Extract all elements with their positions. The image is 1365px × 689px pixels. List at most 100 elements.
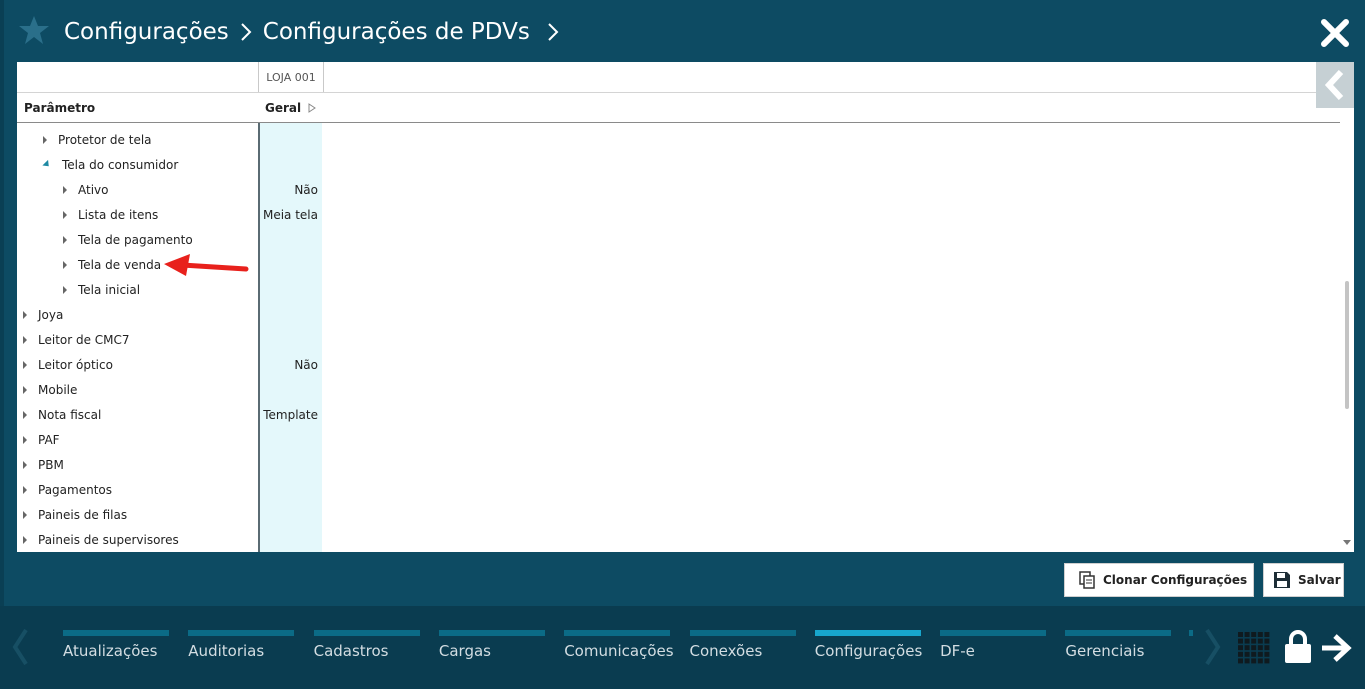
floppy-disk-icon — [1274, 572, 1290, 588]
nav-tab-indicator — [1189, 630, 1193, 636]
expand-arrow-icon[interactable] — [63, 260, 67, 269]
tree-row[interactable]: Leitor óptico — [23, 352, 113, 377]
expand-arrow-icon[interactable] — [23, 385, 27, 394]
expand-arrow-icon[interactable] — [23, 460, 27, 469]
lock-icon[interactable] — [1284, 630, 1312, 664]
tree-row[interactable]: Joya — [23, 302, 63, 327]
nav-tab-label: DF-e — [940, 642, 975, 660]
scrollbar-thumb[interactable] — [1345, 281, 1349, 409]
tree-row-label: Tela inicial — [78, 282, 141, 297]
tree-row[interactable]: Paineis de filas — [23, 502, 127, 527]
general-column-label: Geral — [265, 101, 302, 115]
tree-row[interactable]: Protetor de tela — [43, 127, 152, 152]
chevron-right-icon — [241, 23, 252, 41]
expand-arrow-icon[interactable] — [23, 335, 27, 344]
copy-icon — [1079, 571, 1095, 589]
expand-arrow-icon[interactable] — [63, 185, 67, 194]
expand-arrow-icon[interactable] — [43, 135, 47, 144]
tree-row-label: Ativo — [78, 182, 109, 197]
nav-right-icon[interactable] — [1204, 627, 1222, 667]
config-grid-panel: LOJA 001 Parâmetro Geral Protetor de tel… — [17, 62, 1354, 552]
nav-tab[interactable]: Cadastros — [313, 630, 420, 670]
vertical-scrollbar[interactable] — [1340, 62, 1354, 552]
expand-arrow-icon[interactable] — [23, 310, 27, 319]
tree-row-label: Tela de pagamento — [78, 232, 193, 247]
tree-row-label: Tela do consumidor — [62, 157, 179, 172]
nav-tab[interactable]: Comunicações — [564, 630, 674, 670]
tree-row-value[interactable]: Meia tela — [260, 202, 318, 227]
tree-row[interactable]: Mobile — [23, 377, 77, 402]
nav-tab[interactable]: Cargas — [438, 630, 545, 670]
store-header-row: LOJA 001 — [17, 62, 1340, 93]
tree-row-value[interactable]: Não — [260, 177, 318, 202]
tree-row-label: Leitor óptico — [38, 357, 113, 372]
expand-arrow-icon[interactable] — [23, 510, 27, 519]
nav-tab-indicator — [63, 630, 169, 636]
tree-row-value[interactable]: Não — [260, 352, 318, 377]
chevron-left-icon — [1325, 70, 1344, 100]
nav-tab-label: Auditorias — [188, 642, 265, 660]
expand-arrow-icon[interactable] — [63, 285, 67, 294]
save-button[interactable]: Salvar — [1263, 563, 1344, 597]
collapse-arrow-icon[interactable] — [42, 159, 52, 170]
tree-row-label: Joya — [38, 307, 64, 322]
tree-row-label: Protetor de tela — [58, 132, 152, 147]
tree-row[interactable]: Paineis de supervisores — [23, 527, 179, 552]
nav-tab-indicator — [1065, 630, 1172, 636]
close-icon[interactable] — [1319, 17, 1351, 49]
side-panel-toggle[interactable] — [1316, 62, 1354, 108]
expand-arrow-icon[interactable] — [23, 360, 27, 369]
breadcrumb-item-configuracoes-pdvs[interactable]: Configurações de PDVs — [263, 19, 530, 45]
tree-row-label: Mobile — [38, 382, 78, 397]
tree-row[interactable]: Tela de venda — [63, 252, 161, 277]
nav-tab[interactable]: Configurações — [814, 630, 923, 670]
arrow-right-icon[interactable] — [1320, 633, 1352, 663]
nav-tab-label: Atualizações — [63, 642, 158, 660]
nav-tab[interactable]: Auditorias — [188, 630, 295, 670]
tree-row[interactable]: Ativo — [63, 177, 108, 202]
tree-row-value[interactable]: Template — [260, 402, 318, 427]
grid-icon[interactable] — [1237, 631, 1271, 665]
parameter-column-header[interactable]: Parâmetro — [24, 101, 95, 115]
tree-row[interactable]: Tela do consumidor — [42, 152, 179, 177]
nav-tab-indicator — [564, 630, 671, 636]
clone-settings-button[interactable]: Clonar Configurações — [1064, 563, 1254, 597]
tree-row[interactable]: Leitor de CMC7 — [23, 327, 130, 352]
nav-tab[interactable]: Gerenciais — [1065, 630, 1172, 670]
clone-settings-label: Clonar Configurações — [1103, 573, 1248, 587]
expand-arrow-icon[interactable] — [63, 210, 67, 219]
nav-tab[interactable]: Conexões — [689, 630, 796, 670]
tree-row[interactable]: Pagamentos — [23, 477, 112, 502]
nav-tab-indicator — [940, 630, 1047, 636]
expand-arrow-icon[interactable] — [63, 235, 67, 244]
tree-row[interactable]: Tela de pagamento — [63, 227, 193, 252]
expand-arrow-icon[interactable] — [23, 535, 27, 544]
tree-row[interactable]: Tela inicial — [63, 277, 140, 302]
tree-row-label: Tela de venda — [78, 257, 162, 272]
expand-arrow-icon[interactable] — [23, 485, 27, 494]
expand-arrow-icon[interactable] — [23, 410, 27, 419]
header: Configurações Configurações de PDVs — [0, 0, 1365, 62]
tree-row[interactable]: Nota fiscal — [23, 402, 101, 427]
nav-tab-label: Configurações — [814, 642, 923, 660]
nav-tab-indicator — [188, 630, 295, 636]
tree-row[interactable]: Lista de itens — [63, 202, 158, 227]
tree-row[interactable]: PAF — [23, 427, 60, 452]
nav-tab[interactable]: Atualizações — [63, 630, 169, 670]
breadcrumb-item-configuracoes[interactable]: Configurações — [64, 19, 229, 45]
tree-row-label: Lista de itens — [78, 207, 159, 222]
scroll-down-icon[interactable] — [1343, 540, 1351, 545]
store-column-header[interactable]: LOJA 001 — [258, 62, 324, 92]
general-column-header[interactable]: Geral — [265, 101, 317, 115]
nav-tab-indicator — [313, 630, 420, 636]
nav-tab-partial[interactable] — [1189, 630, 1193, 670]
tree-row-label: PAF — [38, 432, 60, 447]
nav-tab[interactable]: DF-e — [940, 630, 1047, 670]
expand-right-icon[interactable] — [308, 103, 317, 113]
tree-row-label: Pagamentos — [38, 482, 112, 497]
tree-row[interactable]: PBM — [23, 452, 64, 477]
nav-left-icon[interactable] — [11, 627, 29, 667]
annotation-arrow-icon — [164, 254, 249, 276]
expand-arrow-icon[interactable] — [23, 435, 27, 444]
star-icon[interactable] — [18, 14, 50, 46]
